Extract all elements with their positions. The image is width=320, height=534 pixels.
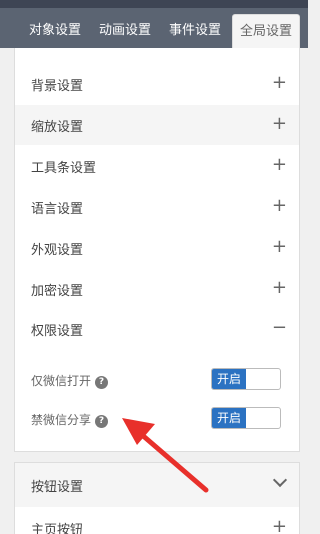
row-encryption-settings[interactable]: 加密设置 +	[15, 269, 299, 309]
row-label: 按钮设置	[31, 480, 84, 495]
row-zoom-settings[interactable]: 缩放设置 +	[15, 105, 299, 145]
plus-icon: +	[271, 113, 287, 134]
chevron-down-icon	[272, 472, 288, 488]
tab-animation-settings[interactable]: 动画设置	[90, 14, 160, 48]
row-label: 加密设置	[31, 284, 84, 299]
setting-label: 仅微信打开?	[31, 372, 109, 389]
top-strip	[0, 0, 308, 8]
tab-global-settings[interactable]: 全局设置	[232, 14, 300, 48]
plus-icon: +	[271, 72, 287, 93]
row-button-settings[interactable]: 按钮设置	[15, 463, 299, 507]
row-permission-settings[interactable]: 权限设置 −	[15, 309, 299, 349]
row-toolbar-settings[interactable]: 工具条设置 +	[15, 146, 299, 186]
help-icon[interactable]: ?	[95, 376, 109, 389]
toggle-on-label: 开启	[212, 369, 246, 389]
row-language-settings[interactable]: 语言设置 +	[15, 187, 299, 227]
row-label: 缩放设置	[31, 120, 84, 135]
disable-wechat-share-toggle[interactable]: 开启	[211, 407, 281, 429]
row-label: 语言设置	[31, 202, 84, 217]
plus-icon: +	[271, 236, 287, 257]
row-appearance-settings[interactable]: 外观设置 +	[15, 228, 299, 268]
wechat-only-toggle[interactable]: 开启	[211, 368, 281, 390]
plus-icon: +	[271, 277, 287, 298]
plus-icon: +	[271, 195, 287, 216]
minus-icon: −	[271, 317, 287, 338]
button-settings-panel: 按钮设置 主页按钮 +	[14, 462, 300, 534]
row-home-button[interactable]: 主页按钮 +	[15, 508, 299, 534]
row-label: 主页按钮	[31, 523, 84, 534]
row-label: 权限设置	[31, 324, 84, 339]
tab-object-settings[interactable]: 对象设置	[20, 14, 90, 48]
plus-icon: +	[271, 516, 287, 534]
help-icon[interactable]: ?	[95, 415, 109, 428]
setting-wechat-only: 仅微信打开? 开启	[15, 365, 299, 395]
row-label: 背景设置	[31, 79, 84, 94]
tab-bar: 对象设置 动画设置 事件设置 全局设置	[0, 8, 308, 48]
setting-label: 禁微信分享?	[31, 411, 109, 428]
row-label: 外观设置	[31, 243, 84, 258]
toggle-on-label: 开启	[212, 408, 246, 428]
global-settings-panel: 背景设置 + 缩放设置 + 工具条设置 + 语言设置 + 外观设置 + 加密设置…	[14, 48, 300, 452]
row-label: 工具条设置	[31, 161, 97, 176]
row-background-settings[interactable]: 背景设置 +	[15, 64, 299, 104]
plus-icon: +	[271, 154, 287, 175]
setting-disable-wechat-share: 禁微信分享? 开启	[15, 404, 299, 434]
tab-event-settings[interactable]: 事件设置	[160, 14, 230, 48]
